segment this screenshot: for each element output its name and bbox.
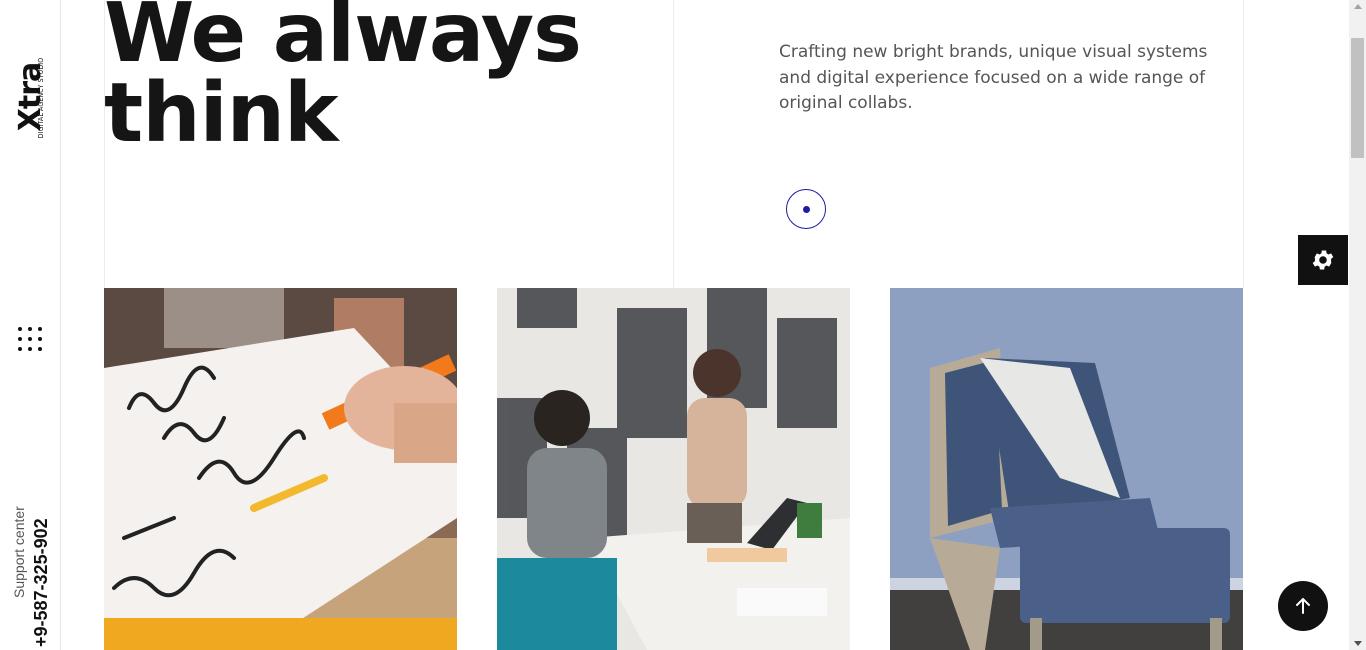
support-label: Support center xyxy=(11,506,27,598)
page-scrollbar[interactable] xyxy=(1349,0,1366,650)
settings-button[interactable] xyxy=(1298,235,1348,285)
team-meeting-photo[interactable] xyxy=(497,288,850,650)
hero-title: We always think xyxy=(104,0,582,161)
scroll-indicator[interactable] xyxy=(786,189,826,229)
grid-dots-icon[interactable] xyxy=(18,327,42,351)
grid-divider xyxy=(1243,0,1244,288)
scroll-thumb[interactable] xyxy=(1351,38,1364,158)
gear-icon xyxy=(1312,250,1334,270)
scroll-up-arrow[interactable] xyxy=(1354,4,1362,9)
scroll-to-top-button[interactable] xyxy=(1278,581,1328,631)
left-sidebar: Xtra DIGITAL AGENCY STUDIO Support cente… xyxy=(0,0,61,650)
logo-subtitle: DIGITAL AGENCY STUDIO xyxy=(37,57,45,139)
hero-description: Crafting new bright brands, unique visua… xyxy=(779,42,1208,113)
business-plan-photo[interactable] xyxy=(104,288,457,650)
scroll-down-arrow[interactable] xyxy=(1354,641,1362,646)
arrow-up-icon xyxy=(1296,597,1310,614)
chair-photo[interactable] xyxy=(890,288,1243,650)
grid-divider xyxy=(673,0,674,288)
brand-logo[interactable]: Xtra DIGITAL AGENCY STUDIO xyxy=(12,48,48,152)
support-phone-link[interactable]: +9-587-325-902 xyxy=(31,499,51,647)
